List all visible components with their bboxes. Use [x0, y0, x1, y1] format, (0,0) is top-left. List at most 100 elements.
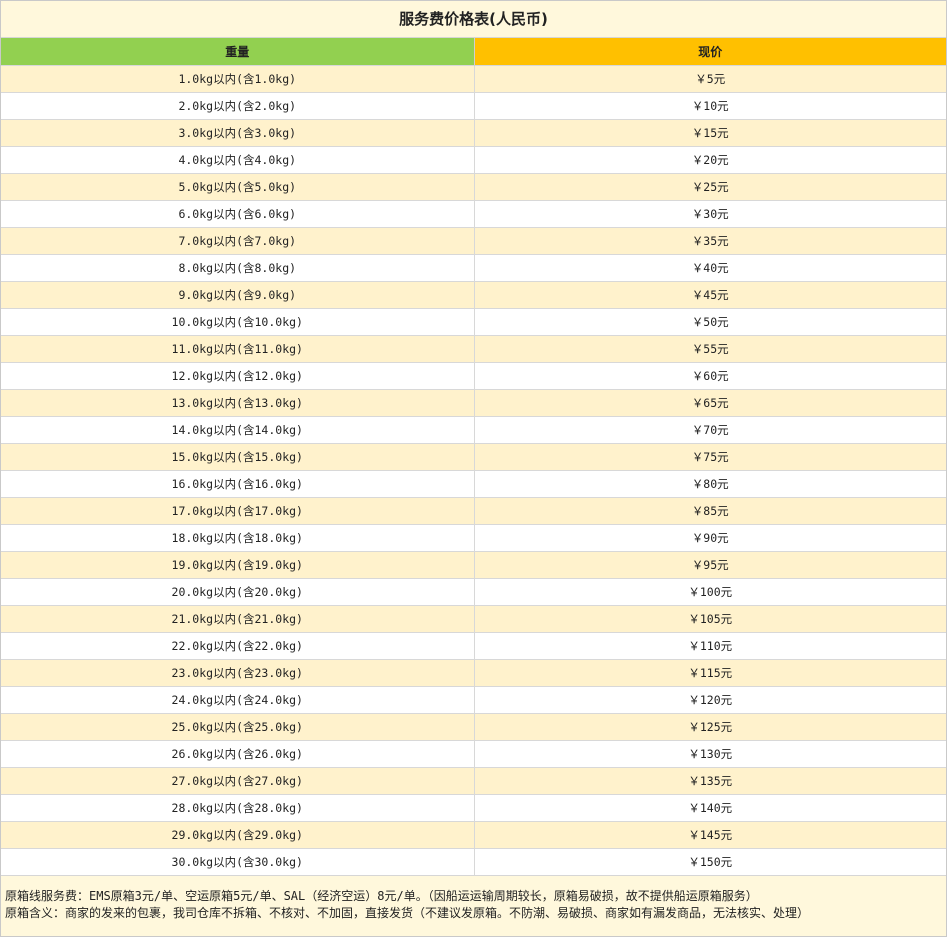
weight-cell: 27.0kg以内(含27.0kg) [1, 767, 475, 795]
note-original-box-fee: 原箱线服务费：EMS原箱3元/单、空运原箱5元/单、SAL（经济空运）8元/单。… [5, 889, 758, 903]
table-row: 24.0kg以内(含24.0kg) ￥120元 [1, 686, 946, 714]
weight-cell: 9.0kg以内(含9.0kg) [1, 281, 475, 309]
weight-cell: 22.0kg以内(含22.0kg) [1, 632, 475, 660]
price-cell: ￥145元 [474, 821, 946, 849]
table-row: 29.0kg以内(含29.0kg) ￥145元 [1, 821, 946, 849]
price-sheet: 服务费价格表(人民币) 重量 现价 1.0kg以内(含1.0kg) ￥5元 2.0k… [0, 0, 947, 937]
table-row: 25.0kg以内(含25.0kg) ￥125元 [1, 713, 946, 741]
weight-cell: 5.0kg以内(含5.0kg) [1, 173, 475, 201]
table-row: 28.0kg以内(含28.0kg) ￥140元 [1, 794, 946, 822]
table-row: 27.0kg以内(含27.0kg) ￥135元 [1, 767, 946, 795]
weight-cell: 8.0kg以内(含8.0kg) [1, 254, 475, 282]
table-row: 5.0kg以内(含5.0kg) ￥25元 [1, 173, 946, 201]
price-cell: ￥120元 [474, 686, 946, 714]
price-cell: ￥25元 [474, 173, 946, 201]
weight-cell: 30.0kg以内(含30.0kg) [1, 848, 475, 875]
column-header-price: 现价 [474, 38, 946, 66]
table-row: 23.0kg以内(含23.0kg) ￥115元 [1, 659, 946, 687]
weight-cell: 26.0kg以内(含26.0kg) [1, 740, 475, 768]
weight-cell: 20.0kg以内(含20.0kg) [1, 578, 475, 606]
price-cell: ￥150元 [474, 848, 946, 875]
price-table: 重量 现价 1.0kg以内(含1.0kg) ￥5元 2.0kg以内(含2.0kg) ￥… [1, 38, 946, 875]
table-row: 8.0kg以内(含8.0kg) ￥40元 [1, 254, 946, 282]
price-cell: ￥100元 [474, 578, 946, 606]
weight-cell: 21.0kg以内(含21.0kg) [1, 605, 475, 633]
weight-cell: 1.0kg以内(含1.0kg) [1, 65, 475, 93]
price-cell: ￥95元 [474, 551, 946, 579]
price-cell: ￥125元 [474, 713, 946, 741]
price-cell: ￥55元 [474, 335, 946, 363]
price-cell: ￥5元 [474, 65, 946, 93]
weight-cell: 3.0kg以内(含3.0kg) [1, 119, 475, 147]
price-cell: ￥70元 [474, 416, 946, 444]
price-cell: ￥45元 [474, 281, 946, 309]
weight-cell: 12.0kg以内(含12.0kg) [1, 362, 475, 390]
table-row: 30.0kg以内(含30.0kg) ￥150元 [1, 848, 946, 875]
table-row: 1.0kg以内(含1.0kg) ￥5元 [1, 65, 946, 93]
table-body: 1.0kg以内(含1.0kg) ￥5元 2.0kg以内(含2.0kg) ￥10元 3.0… [1, 65, 946, 875]
weight-cell: 10.0kg以内(含10.0kg) [1, 308, 475, 336]
price-cell: ￥135元 [474, 767, 946, 795]
weight-cell: 11.0kg以内(含11.0kg) [1, 335, 475, 363]
table-row: 13.0kg以内(含13.0kg) ￥65元 [1, 389, 946, 417]
weight-cell: 19.0kg以内(含19.0kg) [1, 551, 475, 579]
table-row: 3.0kg以内(含3.0kg) ￥15元 [1, 119, 946, 147]
table-row: 14.0kg以内(含14.0kg) ￥70元 [1, 416, 946, 444]
weight-cell: 23.0kg以内(含23.0kg) [1, 659, 475, 687]
table-row: 9.0kg以内(含9.0kg) ￥45元 [1, 281, 946, 309]
weight-cell: 7.0kg以内(含7.0kg) [1, 227, 475, 255]
note-original-box-meaning: 原箱含义：商家的发来的包裹，我司仓库不拆箱、不核对、不加固，直接发货（不建议发原… [5, 906, 810, 920]
price-cell: ￥140元 [474, 794, 946, 822]
weight-cell: 29.0kg以内(含29.0kg) [1, 821, 475, 849]
price-cell: ￥50元 [474, 308, 946, 336]
table-row: 7.0kg以内(含7.0kg) ￥35元 [1, 227, 946, 255]
weight-cell: 17.0kg以内(含17.0kg) [1, 497, 475, 525]
price-cell: ￥65元 [474, 389, 946, 417]
table-row: 12.0kg以内(含12.0kg) ￥60元 [1, 362, 946, 390]
table-row: 18.0kg以内(含18.0kg) ￥90元 [1, 524, 946, 552]
table-row: 22.0kg以内(含22.0kg) ￥110元 [1, 632, 946, 660]
weight-cell: 18.0kg以内(含18.0kg) [1, 524, 475, 552]
price-cell: ￥75元 [474, 443, 946, 471]
weight-cell: 4.0kg以内(含4.0kg) [1, 146, 475, 174]
table-row: 20.0kg以内(含20.0kg) ￥100元 [1, 578, 946, 606]
weight-cell: 14.0kg以内(含14.0kg) [1, 416, 475, 444]
table-row: 11.0kg以内(含11.0kg) ￥55元 [1, 335, 946, 363]
price-cell: ￥115元 [474, 659, 946, 687]
table-row: 16.0kg以内(含16.0kg) ￥80元 [1, 470, 946, 498]
price-cell: ￥15元 [474, 119, 946, 147]
table-row: 19.0kg以内(含19.0kg) ￥95元 [1, 551, 946, 579]
weight-cell: 25.0kg以内(含25.0kg) [1, 713, 475, 741]
price-cell: ￥85元 [474, 497, 946, 525]
price-cell: ￥10元 [474, 92, 946, 120]
column-header-weight: 重量 [1, 38, 475, 66]
table-row: 6.0kg以内(含6.0kg) ￥30元 [1, 200, 946, 228]
table-row: 4.0kg以内(含4.0kg) ￥20元 [1, 146, 946, 174]
weight-cell: 28.0kg以内(含28.0kg) [1, 794, 475, 822]
table-header-row: 重量 现价 [1, 38, 946, 66]
weight-cell: 15.0kg以内(含15.0kg) [1, 443, 475, 471]
weight-cell: 13.0kg以内(含13.0kg) [1, 389, 475, 417]
table-row: 21.0kg以内(含21.0kg) ￥105元 [1, 605, 946, 633]
price-cell: ￥130元 [474, 740, 946, 768]
price-cell: ￥35元 [474, 227, 946, 255]
price-cell: ￥80元 [474, 470, 946, 498]
price-cell: ￥110元 [474, 632, 946, 660]
table-row: 15.0kg以内(含15.0kg) ￥75元 [1, 443, 946, 471]
weight-cell: 24.0kg以内(含24.0kg) [1, 686, 475, 714]
price-cell: ￥40元 [474, 254, 946, 282]
table-row: 10.0kg以内(含10.0kg) ￥50元 [1, 308, 946, 336]
table-row: 17.0kg以内(含17.0kg) ￥85元 [1, 497, 946, 525]
price-cell: ￥30元 [474, 200, 946, 228]
page-title: 服务费价格表(人民币) [1, 1, 946, 38]
price-cell: ￥20元 [474, 146, 946, 174]
price-cell: ￥90元 [474, 524, 946, 552]
notes-block: 原箱线服务费：EMS原箱3元/单、空运原箱5元/单、SAL（经济空运）8元/单。… [1, 875, 946, 922]
table-row: 2.0kg以内(含2.0kg) ￥10元 [1, 92, 946, 120]
weight-cell: 16.0kg以内(含16.0kg) [1, 470, 475, 498]
price-cell: ￥60元 [474, 362, 946, 390]
weight-cell: 2.0kg以内(含2.0kg) [1, 92, 475, 120]
weight-cell: 6.0kg以内(含6.0kg) [1, 200, 475, 228]
table-row: 26.0kg以内(含26.0kg) ￥130元 [1, 740, 946, 768]
price-cell: ￥105元 [474, 605, 946, 633]
